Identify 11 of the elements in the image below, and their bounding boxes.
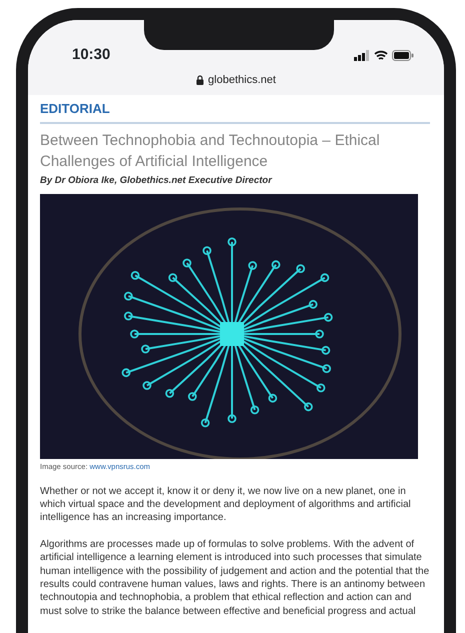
status-time: 10:30 [72, 44, 110, 65]
article-title: Between Technophobia and Technoutopia – Ethical Challenges of Artificial Intelligence [40, 131, 381, 172]
url-address[interactable]: globethics.net [208, 72, 276, 88]
section-heading: EDITORIAL [40, 100, 111, 118]
article-byline: By Dr Obiora Ike, Globethics.net Executive Director [40, 174, 274, 188]
article-paragraph: Whether or not we accept it, know it or deny it, we now live on a new planet, one in which virtual space and the development and deployment of algorithms and artificial intelligence has an increasing importance. [40, 484, 412, 525]
wifi-icon [374, 50, 388, 60]
article-paragraph: Algorithms are processes made up of formulas to solve problems. With the advent of artificial intelligence a learning element is introduced into such processes that simulate human intelligence with the possibility of judgement and action and the potential that the results could contravene human values, laws and rights. There is an antinomy between technoutopia and technophobia, a problem that ethical reflection and action can and must solve to strike the balance between effective and beneficial progress and actual [40, 538, 430, 618]
signal-icon [354, 50, 370, 60]
battery-icon [392, 50, 414, 60]
lock-icon [196, 75, 204, 86]
